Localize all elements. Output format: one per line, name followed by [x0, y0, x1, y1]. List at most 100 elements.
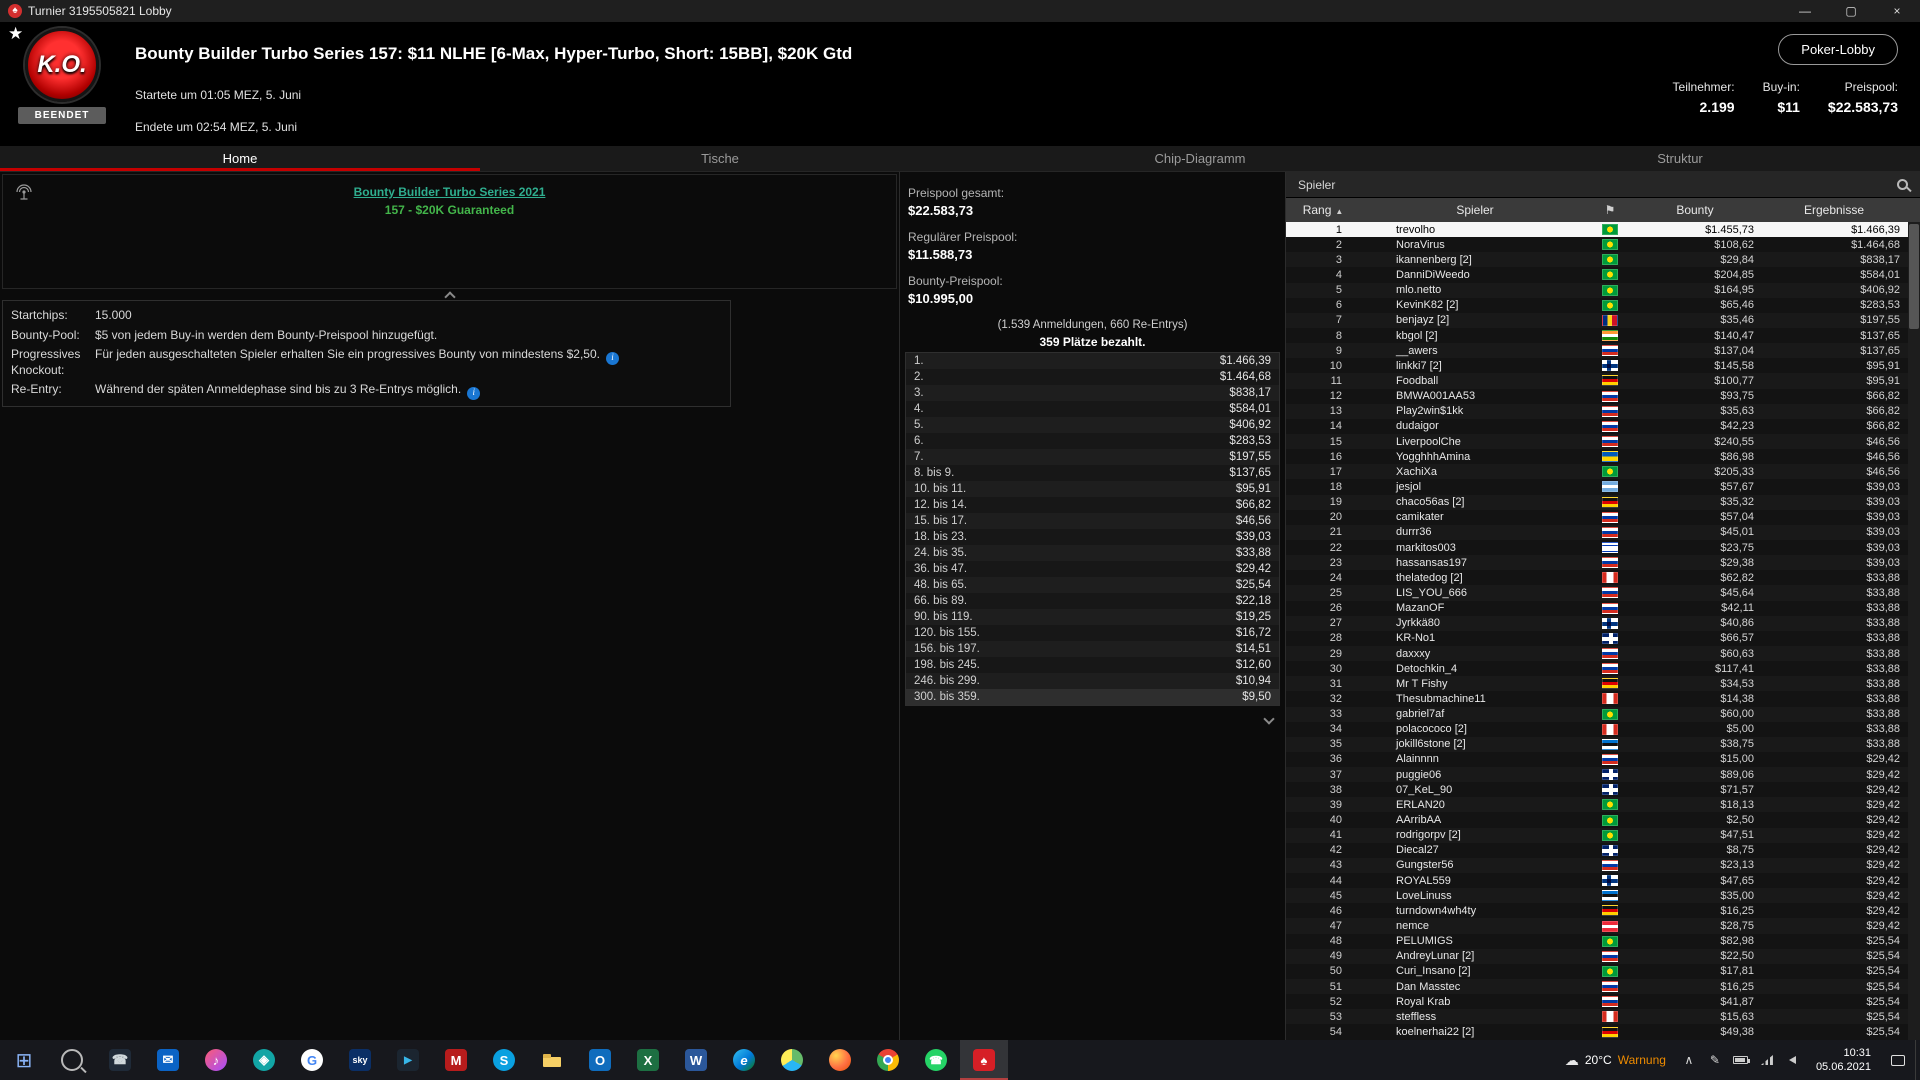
player-row[interactable]: 49 AndreyLunar [2] $22,50 $25,54	[1286, 948, 1908, 964]
payout-row[interactable]: 6. $283,53	[906, 433, 1279, 449]
player-row[interactable]: 45 LoveLinuss $35,00 $29,42	[1286, 888, 1908, 904]
firefox-icon-cell[interactable]	[816, 1040, 864, 1080]
action-center-button[interactable]	[1881, 1040, 1915, 1080]
player-row[interactable]: 24 thelatedog [2] $62,82 $33,88	[1286, 570, 1908, 586]
player-row[interactable]: 42 Diecal27 $8,75 $29,42	[1286, 842, 1908, 858]
player-row[interactable]: 3 ikannenberg [2] $29,84 $838,17	[1286, 252, 1908, 268]
whatsapp-icon-cell[interactable]: ☎	[912, 1040, 960, 1080]
column-bounty[interactable]: Bounty	[1630, 203, 1760, 217]
payout-row[interactable]: 15. bis 17. $46,56	[906, 513, 1279, 529]
payout-row[interactable]: 90. bis 119. $19,25	[906, 609, 1279, 625]
webex-icon-cell[interactable]: ◈	[240, 1040, 288, 1080]
player-row[interactable]: 9 __awers $137,04 $137,65	[1286, 343, 1908, 359]
player-row[interactable]: 18 jesjol $57,67 $39,03	[1286, 479, 1908, 495]
file-explorer-icon-cell[interactable]	[528, 1040, 576, 1080]
player-row[interactable]: 21 durrr36 $45,01 $39,03	[1286, 524, 1908, 540]
player-row[interactable]: 41 rodrigorpv [2] $47,51 $29,42	[1286, 827, 1908, 843]
player-row[interactable]: 48 PELUMIGS $82,98 $25,54	[1286, 933, 1908, 949]
player-row[interactable]: 15 LiverpoolChe $240,55 $46,56	[1286, 433, 1908, 450]
player-row[interactable]: 1 trevolho $1.455,73 $1.466,39	[1286, 222, 1908, 238]
tab-struktur[interactable]: Struktur	[1440, 146, 1920, 171]
payout-row[interactable]: 10. bis 11. $95,91	[906, 481, 1279, 497]
player-row[interactable]: 25 LIS_YOU_666 $45,64 $33,88	[1286, 585, 1908, 601]
poker-lobby-button[interactable]: Poker-Lobby	[1778, 34, 1898, 65]
payout-scroll-down[interactable]	[1263, 710, 1275, 728]
payout-row[interactable]: 12. bis 14. $66,82	[906, 497, 1279, 513]
chrome-icon-cell[interactable]	[864, 1040, 912, 1080]
player-row[interactable]: 51 Dan Masstec $16,25 $25,54	[1286, 979, 1908, 995]
promo-link-series[interactable]: Bounty Builder Turbo Series 2021	[3, 185, 896, 199]
player-row[interactable]: 43 Gungster56 $23,13 $29,42	[1286, 857, 1908, 874]
tab-tische[interactable]: Tische	[480, 146, 960, 171]
payout-row[interactable]: 24. bis 35. $33,88	[906, 545, 1279, 561]
player-row[interactable]: 33 gabriel7af $60,00 $33,88	[1286, 706, 1908, 722]
player-row[interactable]: 39 ERLAN20 $18,13 $29,42	[1286, 797, 1908, 813]
payout-row[interactable]: 156. bis 197. $14,51	[906, 641, 1279, 657]
chromium-icon-cell[interactable]	[768, 1040, 816, 1080]
minimize-icon[interactable]: —	[1782, 0, 1828, 22]
player-row[interactable]: 29 daxxxy $60,63 $33,88	[1286, 645, 1908, 662]
payout-row[interactable]: 7. $197,55	[906, 449, 1279, 465]
player-row[interactable]: 31 Mr T Fishy $34,53 $33,88	[1286, 676, 1908, 692]
payout-row[interactable]: 4. $584,01	[906, 401, 1279, 417]
player-row[interactable]: 22 markitos003 $23,75 $39,03	[1286, 539, 1908, 556]
taskbar-clock[interactable]: 10:31 05.06.2021	[1806, 1046, 1881, 1075]
players-scrollbar-thumb[interactable]	[1909, 224, 1919, 329]
player-row[interactable]: 37 puggie06 $89,06 $29,42	[1286, 767, 1908, 783]
network-icon[interactable]	[1754, 1040, 1780, 1080]
player-row[interactable]: 53 steffless $15,63 $25,54	[1286, 1009, 1908, 1025]
promo-link-event[interactable]: 157 - $20K Guaranteed	[3, 203, 896, 217]
player-row[interactable]: 52 Royal Krab $41,87 $25,54	[1286, 994, 1908, 1010]
player-row[interactable]: 27 Jyrkkä80 $40,86 $33,88	[1286, 615, 1908, 631]
payout-row[interactable]: 5. $406,92	[906, 417, 1279, 433]
tray-expand-icon[interactable]: ∧	[1676, 1040, 1702, 1080]
player-row[interactable]: 50 Curi_Insano [2] $17,81 $25,54	[1286, 963, 1908, 980]
player-row[interactable]: 19 chaco56as [2] $35,32 $39,03	[1286, 494, 1908, 510]
info-icon[interactable]: i	[467, 386, 481, 400]
payout-row[interactable]: 3. $838,17	[906, 385, 1279, 401]
edge-icon-cell[interactable]: e	[720, 1040, 768, 1080]
player-row[interactable]: 7 benjayz [2] $35,46 $197,55	[1286, 312, 1908, 328]
player-row[interactable]: 16 YogghhhAmina $86,98 $46,56	[1286, 449, 1908, 465]
payout-row[interactable]: 300. bis 359. $9,50	[906, 689, 1279, 705]
column-rang[interactable]: Rang ▲	[1286, 203, 1360, 217]
column-flag flag-header-icon[interactable]: ⚑	[1590, 203, 1630, 217]
sky-icon-cell[interactable]: sky	[336, 1040, 384, 1080]
search-icon[interactable]	[1897, 179, 1908, 190]
volume-icon[interactable]	[1780, 1040, 1806, 1080]
player-row[interactable]: 35 jokill6stone [2] $38,75 $33,88	[1286, 736, 1908, 752]
player-row[interactable]: 5 mlo.netto $164,95 $406,92	[1286, 282, 1908, 298]
payout-row[interactable]: 2. $1.464,68	[906, 369, 1279, 385]
close-icon[interactable]: ×	[1874, 0, 1920, 22]
payout-row[interactable]: 48. bis 65. $25,54	[906, 577, 1279, 593]
column-spieler[interactable]: Spieler	[1360, 203, 1590, 217]
player-row[interactable]: 10 linkki7 [2] $145,58 $95,91	[1286, 358, 1908, 374]
tab-home[interactable]: Home	[0, 146, 480, 171]
pen-icon[interactable]: ✎	[1702, 1040, 1728, 1080]
player-row[interactable]: 23 hassansas197 $29,38 $39,03	[1286, 555, 1908, 571]
payout-row[interactable]: 1. $1.466,39	[906, 353, 1279, 369]
player-row[interactable]: 38 07_KeL_90 $71,57 $29,42	[1286, 782, 1908, 798]
player-row[interactable]: 8 kbgol [2] $140,47 $137,65	[1286, 327, 1908, 344]
payout-row[interactable]: 8. bis 9. $137,65	[906, 465, 1279, 481]
mail-red-icon-cell[interactable]: M	[432, 1040, 480, 1080]
taskbar-search-icon-cell[interactable]	[48, 1040, 96, 1080]
payout-row[interactable]: 120. bis 155. $16,72	[906, 625, 1279, 641]
payout-row[interactable]: 18. bis 23. $39,03	[906, 529, 1279, 545]
start-icon-cell[interactable]: ⊞	[0, 1040, 48, 1080]
prime-video-icon-cell[interactable]: ▶	[384, 1040, 432, 1080]
skype-icon-cell[interactable]: S	[480, 1040, 528, 1080]
google-icon-cell[interactable]: G	[288, 1040, 336, 1080]
payout-row[interactable]: 66. bis 89. $22,18	[906, 593, 1279, 609]
player-row[interactable]: 4 DanniDiWeedo $204,85 $584,01	[1286, 267, 1908, 283]
show-desktop-button[interactable]	[1915, 1040, 1920, 1080]
player-row[interactable]: 28 KR-No1 $66,57 $33,88	[1286, 630, 1908, 646]
player-row[interactable]: 13 Play2win$1kk $35,63 $66,82	[1286, 403, 1908, 419]
player-row[interactable]: 11 Foodball $100,77 $95,91	[1286, 373, 1908, 389]
outlook-icon-cell[interactable]: O	[576, 1040, 624, 1080]
player-row[interactable]: 12 BMWA001AA53 $93,75 $66,82	[1286, 388, 1908, 404]
players-scrollbar[interactable]	[1908, 222, 1920, 1040]
player-row[interactable]: 26 MazanOF $42,11 $33,88	[1286, 600, 1908, 616]
payout-row[interactable]: 246. bis 299. $10,94	[906, 673, 1279, 689]
tab-chip-diagramm[interactable]: Chip-Diagramm	[960, 146, 1440, 171]
